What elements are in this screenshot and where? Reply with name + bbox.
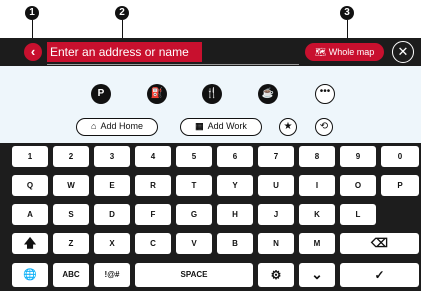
star-icon: ★ xyxy=(283,121,293,132)
shift-icon: 🡅 xyxy=(23,236,37,250)
space-key[interactable]: SPACE xyxy=(135,263,253,287)
history-button[interactable]: ⟲ xyxy=(315,118,333,136)
callout-1: 1 xyxy=(25,6,39,20)
key-1[interactable]: 1 xyxy=(12,146,48,167)
key-x[interactable]: X xyxy=(94,233,130,254)
close-button[interactable]: ✕ xyxy=(392,41,414,63)
chevron-down-icon: ⌄ xyxy=(311,266,323,282)
key-h[interactable]: H xyxy=(217,204,253,225)
poi-restaurant-button[interactable]: 🍴 xyxy=(202,84,222,104)
add-work-button[interactable]: ▦ Add Work xyxy=(180,118,262,136)
key-5[interactable]: 5 xyxy=(176,146,212,167)
callout-3: 3 xyxy=(340,6,354,20)
callout-2: 2 xyxy=(115,6,129,20)
hide-keyboard-key[interactable]: ⌄ xyxy=(299,263,335,287)
callout-3-line xyxy=(347,20,348,38)
key-p[interactable]: P xyxy=(381,175,419,196)
key-8[interactable]: 8 xyxy=(299,146,335,167)
cafe-icon: ☕ xyxy=(261,88,275,99)
annotation-strip: 1 2 3 xyxy=(0,0,421,38)
key-r[interactable]: R xyxy=(135,175,171,196)
key-4[interactable]: 4 xyxy=(135,146,171,167)
key-6[interactable]: 6 xyxy=(217,146,253,167)
on-screen-keyboard: 1 2 3 4 5 6 7 8 9 0 Q W E R T Y U I O P … xyxy=(0,143,421,291)
done-key[interactable]: ✓ xyxy=(340,263,419,287)
settings-key[interactable]: ⚙ xyxy=(258,263,294,287)
back-button[interactable]: ‹ xyxy=(24,43,42,61)
language-key[interactable]: 🌐 xyxy=(12,263,48,287)
add-home-label: Add Home xyxy=(100,121,143,131)
poi-cafe-button[interactable]: ☕ xyxy=(258,84,278,104)
callout-1-line xyxy=(32,20,33,38)
work-icon: ▦ xyxy=(195,121,204,131)
key-i[interactable]: I xyxy=(299,175,335,196)
abc-key[interactable]: ABC xyxy=(53,263,89,287)
map-icon: 🗺 xyxy=(314,47,327,57)
poi-parking-button[interactable]: P xyxy=(91,84,111,104)
key-f[interactable]: F xyxy=(135,204,171,225)
key-u[interactable]: U xyxy=(258,175,294,196)
search-underline xyxy=(47,64,299,65)
home-icon: ⌂ xyxy=(91,121,97,131)
key-c[interactable]: C xyxy=(135,233,171,254)
key-l[interactable]: L xyxy=(340,204,376,225)
fuel-icon: ⛽ xyxy=(150,88,164,99)
key-k[interactable]: K xyxy=(299,204,335,225)
key-y[interactable]: Y xyxy=(217,175,253,196)
callout-2-line xyxy=(122,20,123,38)
key-7[interactable]: 7 xyxy=(258,146,294,167)
key-b[interactable]: B xyxy=(217,233,253,254)
search-bar: ‹ Enter an address or name 🗺 Whole map ✕ xyxy=(0,38,421,66)
key-3[interactable]: 3 xyxy=(94,146,130,167)
restaurant-icon: 🍴 xyxy=(205,88,219,99)
key-z[interactable]: Z xyxy=(53,233,89,254)
whole-map-button[interactable]: 🗺 Whole map xyxy=(305,43,384,61)
poi-more-button[interactable]: ••• xyxy=(315,84,335,104)
key-j[interactable]: J xyxy=(258,204,294,225)
symbols-key[interactable]: !@# xyxy=(94,263,130,287)
favorites-button[interactable]: ★ xyxy=(279,118,297,136)
search-input[interactable]: Enter an address or name xyxy=(47,42,202,62)
backspace-icon: ⌫ xyxy=(371,236,388,250)
key-t[interactable]: T xyxy=(176,175,212,196)
globe-icon: 🌐 xyxy=(23,269,37,281)
key-w[interactable]: W xyxy=(53,175,89,196)
search-screen: 1 2 3 ‹ Enter an address or name 🗺 Whole… xyxy=(0,0,421,291)
more-icon: ••• xyxy=(319,86,331,97)
history-icon: ⟲ xyxy=(319,121,329,132)
key-q[interactable]: Q xyxy=(12,175,48,196)
key-0[interactable]: 0 xyxy=(381,146,419,167)
poi-fuel-button[interactable]: ⛽ xyxy=(147,84,167,104)
checkmark-icon: ✓ xyxy=(374,268,385,282)
add-home-button[interactable]: ⌂ Add Home xyxy=(76,118,158,136)
key-m[interactable]: M xyxy=(299,233,335,254)
key-2[interactable]: 2 xyxy=(53,146,89,167)
close-icon: ✕ xyxy=(397,44,409,59)
key-e[interactable]: E xyxy=(94,175,130,196)
whole-map-label: Whole map xyxy=(328,47,375,57)
key-a[interactable]: A xyxy=(12,204,48,225)
backspace-key[interactable]: ⌫ xyxy=(340,233,419,254)
gear-icon: ⚙ xyxy=(270,268,282,282)
key-n[interactable]: N xyxy=(258,233,294,254)
key-d[interactable]: D xyxy=(94,204,130,225)
add-work-label: Add Work xyxy=(207,121,247,131)
shift-key[interactable]: 🡅 xyxy=(12,233,48,254)
key-s[interactable]: S xyxy=(53,204,89,225)
key-9[interactable]: 9 xyxy=(340,146,376,167)
chevron-left-icon: ‹ xyxy=(30,44,36,59)
key-g[interactable]: G xyxy=(176,204,212,225)
parking-icon: P xyxy=(97,88,105,99)
key-v[interactable]: V xyxy=(176,233,212,254)
key-o[interactable]: O xyxy=(340,175,376,196)
